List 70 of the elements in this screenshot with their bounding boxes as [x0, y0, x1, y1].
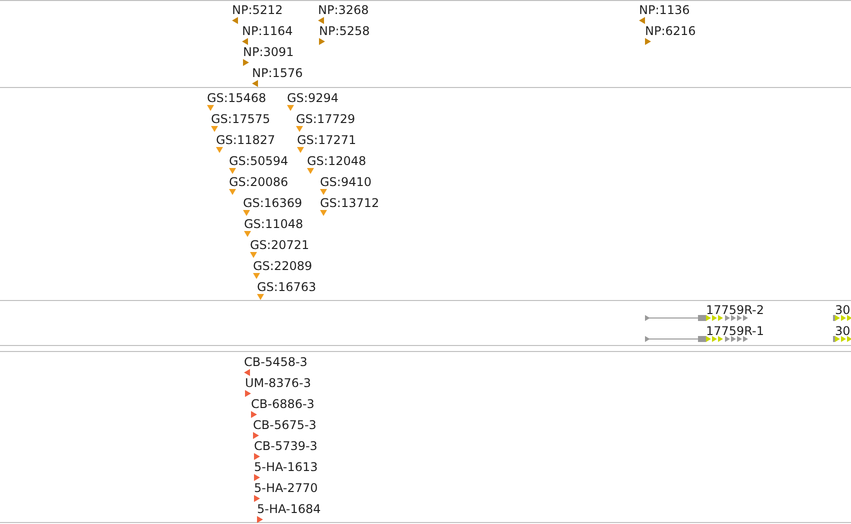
right-triangle-icon — [245, 390, 251, 397]
transcript-label: 17759R-1 — [706, 324, 764, 338]
feature-label: NP:1136 — [639, 3, 690, 17]
left-triangle-icon — [318, 17, 324, 24]
right-triangle-icon — [243, 59, 249, 66]
feature-label: 5-HA-1684 — [257, 502, 321, 516]
down-triangle-icon — [216, 147, 223, 154]
feature-label: NP:3268 — [318, 3, 369, 17]
gene-model-drawing[interactable] — [833, 315, 851, 322]
feature-label: GS:17575 — [211, 112, 270, 126]
feature-label: UM-8376-3 — [245, 376, 311, 390]
left-triangle-icon — [639, 17, 645, 24]
down-triangle-icon — [287, 105, 294, 112]
transcript-label: 30 — [835, 324, 850, 338]
feature-label: NP:3091 — [243, 45, 294, 59]
feature-label: NP:6216 — [645, 24, 696, 38]
transcript-label: 30 — [835, 303, 850, 317]
right-triangle-icon — [251, 411, 257, 418]
feature-label: NP:5258 — [319, 24, 370, 38]
feature-label: GS:16763 — [257, 280, 316, 294]
down-triangle-icon — [307, 168, 314, 175]
feature-label: CB-5458-3 — [244, 355, 308, 369]
feature-label: GS:20086 — [229, 175, 288, 189]
left-triangle-icon — [232, 17, 238, 24]
down-triangle-icon — [297, 147, 304, 154]
right-triangle-icon — [319, 38, 325, 45]
feature-label: NP:5212 — [232, 3, 283, 17]
down-triangle-icon — [229, 168, 236, 175]
feature-label: GS:12048 — [307, 154, 366, 168]
feature-label: GS:11827 — [216, 133, 276, 147]
feature-label: GS:17271 — [297, 133, 356, 147]
down-triangle-icon — [229, 189, 236, 196]
down-triangle-icon — [244, 231, 251, 238]
feature-label: GS:15468 — [207, 91, 266, 105]
right-triangle-icon — [254, 474, 260, 481]
down-triangle-icon — [253, 273, 260, 280]
feature-label: GS:9410 — [320, 175, 372, 189]
left-triangle-icon — [244, 369, 250, 376]
feature-label: CB-5675-3 — [253, 418, 316, 432]
feature-label: GS:50594 — [229, 154, 288, 168]
right-triangle-icon — [254, 495, 260, 502]
feature-label: GS:9294 — [287, 91, 338, 105]
down-triangle-icon — [243, 210, 250, 217]
feature-label: 5-HA-1613 — [254, 460, 318, 474]
down-triangle-icon — [320, 189, 327, 196]
left-triangle-icon — [242, 38, 248, 45]
down-triangle-icon — [296, 126, 303, 133]
down-triangle-icon — [320, 210, 327, 217]
feature-label: GS:20721 — [250, 238, 310, 252]
down-triangle-icon — [207, 105, 214, 112]
feature-label: CB-6886-3 — [251, 397, 314, 411]
feature-label: NP:1164 — [242, 24, 293, 38]
right-triangle-icon — [645, 38, 651, 45]
left-triangle-icon — [252, 80, 258, 87]
feature-label: NP:1576 — [252, 66, 303, 80]
down-triangle-icon — [250, 252, 257, 259]
feature-label: 5-HA-2770 — [254, 481, 318, 495]
right-triangle-icon — [257, 516, 263, 523]
feature-label: GS:16369 — [243, 196, 302, 210]
feature-label: GS:13712 — [320, 196, 380, 210]
feature-label: GS:17729 — [296, 112, 356, 126]
down-triangle-icon — [211, 126, 218, 133]
feature-label: GS:11048 — [244, 217, 304, 231]
gene-model-drawing[interactable] — [833, 336, 851, 343]
feature-label: GS:22089 — [253, 259, 312, 273]
right-triangle-icon — [253, 432, 259, 439]
down-triangle-icon — [257, 294, 264, 301]
right-triangle-icon — [254, 453, 260, 460]
feature-label: CB-5739-3 — [254, 439, 318, 453]
transcript-label: 17759R-2 — [706, 303, 764, 317]
